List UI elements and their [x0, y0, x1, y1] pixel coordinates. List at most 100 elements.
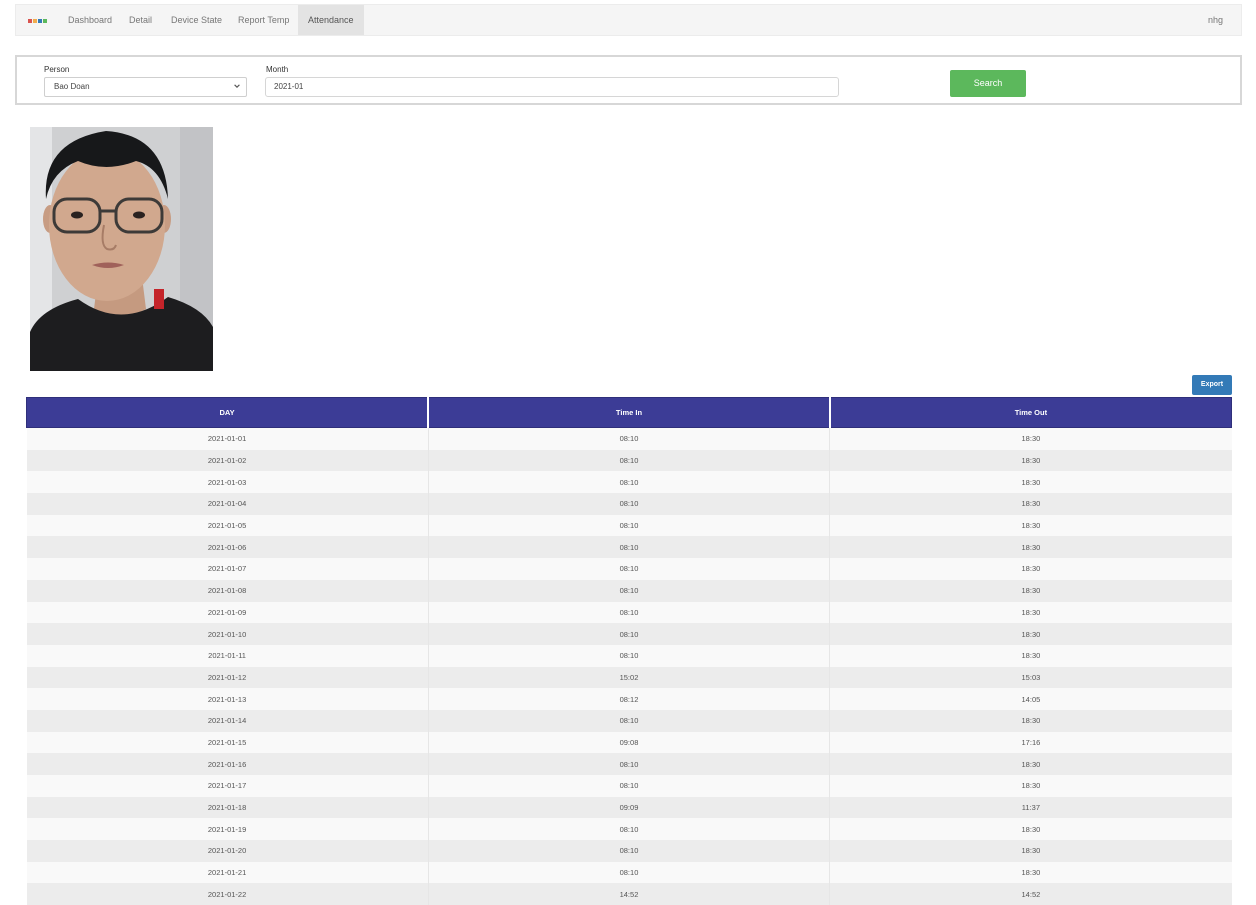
person-select[interactable]: Bao Doan [44, 77, 247, 97]
cell-day: 2021-01-13 [27, 688, 429, 710]
logo-dot [28, 19, 32, 23]
nav-dashboard[interactable]: Dashboard [68, 5, 112, 35]
cell-day: 2021-01-16 [27, 753, 429, 775]
logo-dot [38, 19, 42, 23]
cell-time-in: 08:10 [428, 580, 830, 602]
export-button[interactable]: Export [1192, 375, 1232, 395]
table-row: 2021-01-2008:1018:30 [27, 840, 1232, 862]
cell-time-in: 09:08 [428, 732, 830, 754]
cell-time-in: 08:10 [428, 471, 830, 493]
month-label: Month [266, 65, 288, 74]
cell-time-in: 08:10 [428, 602, 830, 624]
cell-time-in: 09:09 [428, 797, 830, 819]
table-row: 2021-01-0308:1018:30 [27, 471, 1232, 493]
table-row: 2021-01-1708:1018:30 [27, 775, 1232, 797]
cell-time-out: 14:05 [830, 688, 1232, 710]
cell-time-in: 08:10 [428, 862, 830, 884]
cell-day: 2021-01-09 [27, 602, 429, 624]
cell-time-out: 18:30 [830, 450, 1232, 472]
table-row: 2021-01-1308:1214:05 [27, 688, 1232, 710]
table-row: 2021-01-1809:0911:37 [27, 797, 1232, 819]
cell-day: 2021-01-01 [27, 428, 429, 450]
cell-time-in: 14:52 [428, 883, 830, 905]
search-panel: Person Bao Doan Month 2021-01 Search [15, 55, 1242, 105]
column-header-time-in[interactable]: Time In [428, 398, 830, 428]
table-row: 2021-01-2108:1018:30 [27, 862, 1232, 884]
search-button[interactable]: Search [950, 70, 1026, 97]
table-row: 2021-01-0808:1018:30 [27, 580, 1232, 602]
table-row: 2021-01-1008:1018:30 [27, 623, 1232, 645]
table-row: 2021-01-0108:1018:30 [27, 428, 1232, 450]
cell-day: 2021-01-20 [27, 840, 429, 862]
cell-day: 2021-01-02 [27, 450, 429, 472]
cell-time-out: 15:03 [830, 667, 1232, 689]
table-row: 2021-01-1108:1018:30 [27, 645, 1232, 667]
cell-time-in: 08:10 [428, 818, 830, 840]
nav-report-temp[interactable]: Report Temp [238, 5, 289, 35]
nav-device-state[interactable]: Device State [171, 5, 222, 35]
table-row: 2021-01-0608:1018:30 [27, 536, 1232, 558]
cell-day: 2021-01-08 [27, 580, 429, 602]
cell-day: 2021-01-04 [27, 493, 429, 515]
cell-time-out: 18:30 [830, 840, 1232, 862]
cell-time-out: 18:30 [830, 515, 1232, 537]
cell-day: 2021-01-17 [27, 775, 429, 797]
cell-time-in: 08:10 [428, 536, 830, 558]
cell-day: 2021-01-18 [27, 797, 429, 819]
person-label: Person [44, 65, 69, 74]
cell-day: 2021-01-07 [27, 558, 429, 580]
cell-time-out: 18:30 [830, 536, 1232, 558]
cell-time-out: 18:30 [830, 775, 1232, 797]
logo-dot [33, 19, 37, 23]
cell-time-out: 18:30 [830, 558, 1232, 580]
cell-day: 2021-01-14 [27, 710, 429, 732]
cell-time-in: 08:10 [428, 840, 830, 862]
table-row: 2021-01-0908:1018:30 [27, 602, 1232, 624]
cell-time-out: 17:16 [830, 732, 1232, 754]
table-row: 2021-01-0408:1018:30 [27, 493, 1232, 515]
month-input[interactable]: 2021-01 [265, 77, 839, 97]
table-row: 2021-01-0708:1018:30 [27, 558, 1232, 580]
top-navbar: Dashboard Detail Device State Report Tem… [15, 4, 1242, 36]
cell-time-out: 18:30 [830, 580, 1232, 602]
cell-day: 2021-01-03 [27, 471, 429, 493]
person-select-value: Bao Doan [54, 82, 90, 91]
cell-time-out: 18:30 [830, 710, 1232, 732]
cell-time-out: 18:30 [830, 645, 1232, 667]
person-portrait-image [30, 127, 213, 371]
cell-day: 2021-01-05 [27, 515, 429, 537]
nav-attendance[interactable]: Attendance [298, 5, 364, 35]
app-logo[interactable] [28, 19, 47, 23]
column-header-day[interactable]: DAY [27, 398, 429, 428]
cell-time-in: 08:10 [428, 645, 830, 667]
cell-time-out: 18:30 [830, 493, 1232, 515]
cell-time-in: 08:10 [428, 428, 830, 450]
cell-time-in: 08:10 [428, 515, 830, 537]
table-row: 2021-01-1908:1018:30 [27, 818, 1232, 840]
cell-time-out: 18:30 [830, 428, 1232, 450]
cell-day: 2021-01-21 [27, 862, 429, 884]
table-row: 2021-01-0208:1018:30 [27, 450, 1232, 472]
cell-time-out: 18:30 [830, 818, 1232, 840]
cell-time-in: 08:12 [428, 688, 830, 710]
logo-dot [43, 19, 47, 23]
attendance-table: DAY Time In Time Out 2021-01-0108:1018:3… [26, 397, 1232, 905]
cell-time-out: 18:30 [830, 753, 1232, 775]
table-row: 2021-01-2214:5214:52 [27, 883, 1232, 905]
user-menu[interactable]: nhg [1208, 5, 1223, 35]
cell-day: 2021-01-19 [27, 818, 429, 840]
cell-time-in: 08:10 [428, 775, 830, 797]
table-row: 2021-01-0508:1018:30 [27, 515, 1232, 537]
cell-time-out: 14:52 [830, 883, 1232, 905]
table-body: 2021-01-0108:1018:302021-01-0208:1018:30… [27, 428, 1232, 905]
column-header-time-out[interactable]: Time Out [830, 398, 1232, 428]
cell-day: 2021-01-10 [27, 623, 429, 645]
chevron-down-icon [233, 82, 241, 90]
cell-time-in: 08:10 [428, 493, 830, 515]
cell-day: 2021-01-11 [27, 645, 429, 667]
table-row: 2021-01-1509:0817:16 [27, 732, 1232, 754]
person-photo [30, 127, 213, 371]
cell-time-in: 08:10 [428, 753, 830, 775]
nav-detail[interactable]: Detail [129, 5, 152, 35]
cell-time-out: 18:30 [830, 862, 1232, 884]
